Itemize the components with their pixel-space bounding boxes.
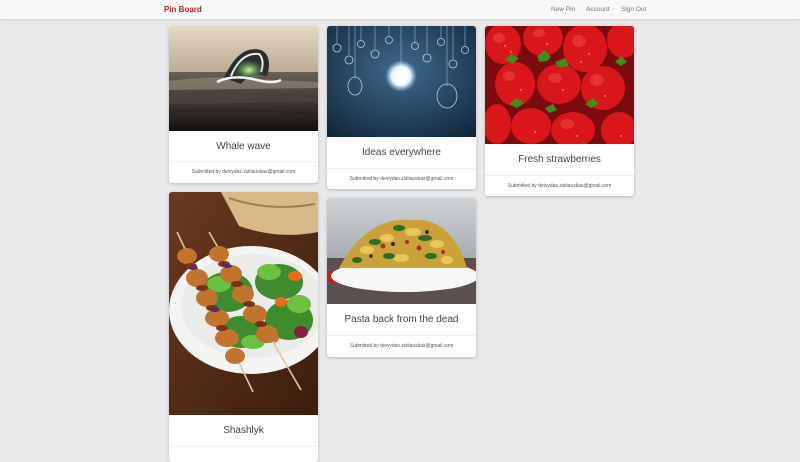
card-divider (327, 168, 476, 169)
card-divider (485, 175, 634, 176)
pin-submitted-by: Submitted by deivydas.zizliauskas@gmail.… (191, 169, 296, 175)
sign-out-link[interactable]: Sign Out (621, 6, 646, 13)
card-divider (169, 161, 318, 162)
pin-submitted-by: Submitted by deivydas.zizliauskas@gmail.… (349, 343, 454, 349)
navbar: Pin Board New Pin Account Sign Out (0, 0, 800, 20)
pin-title: Whale wave (216, 141, 271, 152)
new-pin-link[interactable]: New Pin (551, 6, 575, 13)
card-divider (169, 446, 318, 447)
pin-card-ideas-everywhere[interactable]: Ideas everywhere Submitted by deivydas.z… (327, 26, 476, 189)
pin-submitted-by: Submitted by deivydas.zizliauskas@gmail.… (349, 176, 454, 182)
pin-title: Fresh strawberries (518, 154, 601, 165)
pin-image-strawberries[interactable] (485, 26, 634, 144)
pin-card-whale-wave[interactable]: Whale wave Submitted by deivydas.zizliau… (169, 26, 318, 183)
pin-card-fresh-strawberries[interactable]: Fresh strawberries Submitted by deivydas… (485, 26, 634, 196)
pin-title: Ideas everywhere (362, 147, 441, 158)
account-link[interactable]: Account (586, 6, 610, 13)
brand-logo-link[interactable]: Pin Board (164, 5, 202, 14)
pin-submitted-by: Submitted by deivydas.zizliauskas@gmail.… (507, 183, 612, 189)
pin-image-light-bulbs[interactable] (327, 26, 476, 137)
pin-image-shashlyk[interactable] (169, 192, 318, 415)
pin-title: Pasta back from the dead (344, 314, 459, 325)
pin-image-wave[interactable] (169, 26, 318, 131)
pin-card-pasta[interactable]: Pasta back from the dead Submitted by de… (327, 198, 476, 357)
pin-image-pasta[interactable] (327, 198, 476, 304)
pin-card-shashlyk[interactable]: Shashlyk (169, 192, 318, 462)
pin-title: Shashlyk (223, 425, 264, 436)
card-divider (327, 335, 476, 336)
